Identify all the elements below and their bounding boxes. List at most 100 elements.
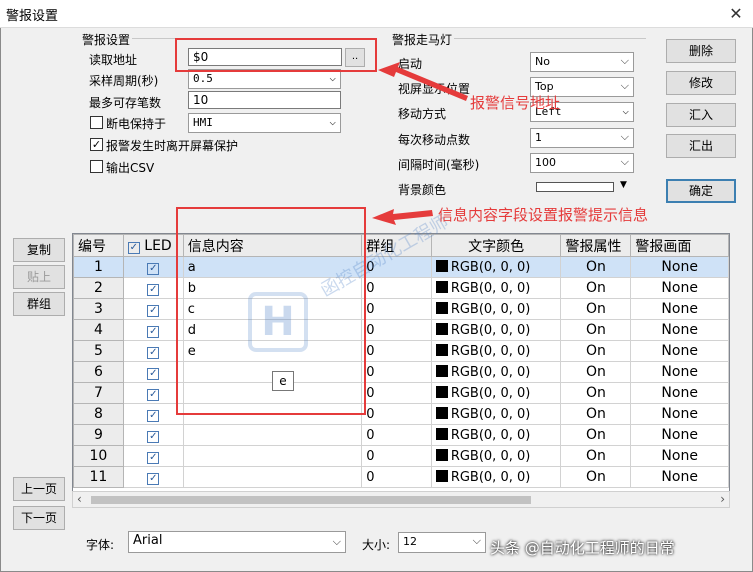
row-color[interactable]: RGB(0, 0, 0) <box>430 445 562 467</box>
row-led-cell[interactable]: ✓ <box>122 256 184 278</box>
marquee-points-select[interactable]: 1 ⌵ <box>530 128 634 148</box>
row-led-cell[interactable]: ✓ <box>122 277 184 299</box>
row-content[interactable] <box>182 445 363 467</box>
scroll-right-icon[interactable]: › <box>720 492 725 506</box>
row-group[interactable]: 0 <box>361 382 432 404</box>
row-color[interactable]: RGB(0, 0, 0) <box>430 382 562 404</box>
table-row[interactable]: 5 ✓ e 0 RGB(0, 0, 0) On None <box>73 340 729 362</box>
row-color[interactable]: RGB(0, 0, 0) <box>430 340 562 362</box>
row-group[interactable]: 0 <box>361 298 432 320</box>
row-attr[interactable]: On <box>560 466 632 488</box>
row-content[interactable] <box>182 424 363 446</box>
col-screen-header[interactable]: 警报画面 <box>630 234 729 257</box>
font-select[interactable]: Arial ⌵ <box>128 531 346 553</box>
row-led-cell[interactable]: ✓ <box>122 466 184 488</box>
row-color[interactable]: RGB(0, 0, 0) <box>430 403 562 425</box>
led-checkbox[interactable]: ✓ <box>147 347 160 359</box>
row-led-cell[interactable]: ✓ <box>122 424 184 446</box>
alarm-table[interactable]: 编号 ✓ LED 信息内容 群组 文字颜色 警报属性 警报画面 1 ✓ a 0 RGB(… <box>72 233 730 495</box>
table-row[interactable]: 10 ✓ 0 RGB(0, 0, 0) On None <box>73 445 729 467</box>
table-row[interactable]: 7 ✓ 0 RGB(0, 0, 0) On None <box>73 382 729 404</box>
bg-color-swatch[interactable] <box>536 182 614 192</box>
copy-button[interactable]: 复制 <box>13 238 65 262</box>
prev-page-button[interactable]: 上一页 <box>13 477 65 501</box>
paste-button[interactable]: 贴上 <box>13 265 65 289</box>
row-screen[interactable]: None <box>630 340 729 362</box>
col-color-header[interactable]: 文字颜色 <box>430 234 562 257</box>
modify-button[interactable]: 修改 <box>666 71 736 95</box>
next-page-button[interactable]: 下一页 <box>13 506 65 530</box>
row-color[interactable]: RGB(0, 0, 0) <box>430 466 562 488</box>
import-button[interactable]: 汇入 <box>666 103 736 127</box>
row-group[interactable]: 0 <box>361 361 432 383</box>
row-attr[interactable]: On <box>560 277 632 299</box>
group-button[interactable]: 群组 <box>13 292 65 316</box>
row-attr[interactable]: On <box>560 403 632 425</box>
marquee-interval-select[interactable]: 100 ⌵ <box>530 153 634 173</box>
horizontal-scrollbar[interactable]: ‹ › <box>72 491 730 508</box>
led-checkbox[interactable]: ✓ <box>147 326 160 338</box>
row-screen[interactable]: None <box>630 403 729 425</box>
led-checkbox[interactable]: ✓ <box>147 452 160 464</box>
chevron-down-icon[interactable]: ▼ <box>620 180 627 190</box>
row-group[interactable]: 0 <box>361 319 432 341</box>
row-attr[interactable]: On <box>560 382 632 404</box>
row-screen[interactable]: None <box>630 256 729 278</box>
row-screen[interactable]: None <box>630 277 729 299</box>
led-checkbox[interactable]: ✓ <box>147 284 160 296</box>
row-led-cell[interactable]: ✓ <box>122 445 184 467</box>
table-row[interactable]: 6 ✓ 0 RGB(0, 0, 0) On None <box>73 361 729 383</box>
row-group[interactable]: 0 <box>361 445 432 467</box>
row-attr[interactable]: On <box>560 256 632 278</box>
row-led-cell[interactable]: ✓ <box>122 298 184 320</box>
marquee-enable-select[interactable]: No ⌵ <box>530 52 634 72</box>
row-group[interactable]: 0 <box>361 277 432 299</box>
table-row[interactable]: 2 ✓ b 0 RGB(0, 0, 0) On None <box>73 277 729 299</box>
led-checkbox[interactable]: ✓ <box>147 305 160 317</box>
row-screen[interactable]: None <box>630 445 729 467</box>
row-attr[interactable]: On <box>560 424 632 446</box>
row-group[interactable]: 0 <box>361 424 432 446</box>
led-checkbox[interactable]: ✓ <box>147 389 160 401</box>
table-row[interactable]: 11 ✓ 0 RGB(0, 0, 0) On None <box>73 466 729 488</box>
close-icon[interactable]: ✕ <box>725 3 747 25</box>
row-screen[interactable]: None <box>630 298 729 320</box>
row-group[interactable]: 0 <box>361 403 432 425</box>
row-attr[interactable]: On <box>560 298 632 320</box>
row-led-cell[interactable]: ✓ <box>122 403 184 425</box>
power-loss-select[interactable]: HMI ⌵ <box>188 113 341 133</box>
led-checkbox[interactable]: ✓ <box>147 263 160 275</box>
row-screen[interactable]: None <box>630 382 729 404</box>
row-attr[interactable]: On <box>560 319 632 341</box>
led-header-checkbox[interactable]: ✓ <box>127 241 140 254</box>
table-row[interactable]: 4 ✓ d 0 RGB(0, 0, 0) On None <box>73 319 729 341</box>
col-num-header[interactable]: 编号 <box>73 234 124 257</box>
row-group[interactable]: 0 <box>361 466 432 488</box>
row-color[interactable]: RGB(0, 0, 0) <box>430 361 562 383</box>
table-row[interactable]: 3 ✓ c 0 RGB(0, 0, 0) On None <box>73 298 729 320</box>
export-button[interactable]: 汇出 <box>666 134 736 158</box>
ok-button[interactable]: 确定 <box>666 179 736 203</box>
row-content[interactable] <box>182 466 363 488</box>
row-screen[interactable]: None <box>630 424 729 446</box>
col-led-header[interactable]: ✓ LED <box>122 234 184 257</box>
row-color[interactable]: RGB(0, 0, 0) <box>430 298 562 320</box>
col-attr-header[interactable]: 警报属性 <box>560 234 632 257</box>
protect-checkbox[interactable]: ✓ <box>90 138 103 151</box>
row-color[interactable]: RGB(0, 0, 0) <box>430 319 562 341</box>
led-checkbox[interactable]: ✓ <box>147 410 160 422</box>
row-attr[interactable]: On <box>560 361 632 383</box>
row-led-cell[interactable]: ✓ <box>122 340 184 362</box>
delete-button[interactable]: 删除 <box>666 39 736 63</box>
led-checkbox[interactable]: ✓ <box>147 431 160 443</box>
scroll-left-icon[interactable]: ‹ <box>77 492 82 506</box>
led-checkbox[interactable]: ✓ <box>147 368 160 380</box>
power-loss-checkbox[interactable] <box>90 116 103 129</box>
row-color[interactable]: RGB(0, 0, 0) <box>430 424 562 446</box>
led-checkbox[interactable]: ✓ <box>147 473 160 485</box>
sample-period-select[interactable]: 0.5 ⌵ <box>188 69 341 89</box>
row-led-cell[interactable]: ✓ <box>122 361 184 383</box>
row-screen[interactable]: None <box>630 319 729 341</box>
row-attr[interactable]: On <box>560 445 632 467</box>
row-screen[interactable]: None <box>630 466 729 488</box>
